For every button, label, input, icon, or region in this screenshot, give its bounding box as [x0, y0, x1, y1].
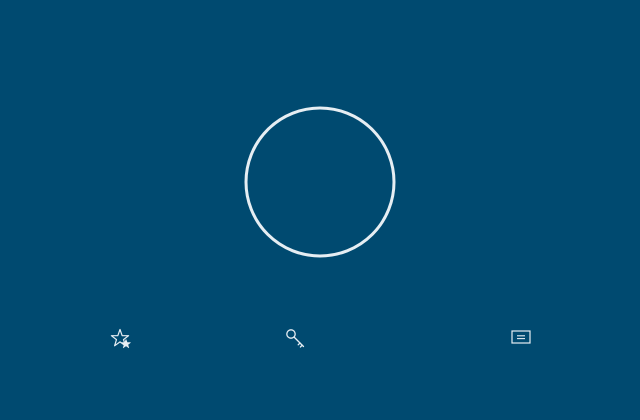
app-screen [0, 0, 640, 420]
key-icon[interactable] [285, 328, 307, 350]
center-ring-button[interactable] [244, 106, 396, 258]
star-favorites-icon[interactable] [109, 328, 133, 350]
center-ring-outline [244, 106, 396, 258]
id-card-icon[interactable] [510, 328, 532, 346]
